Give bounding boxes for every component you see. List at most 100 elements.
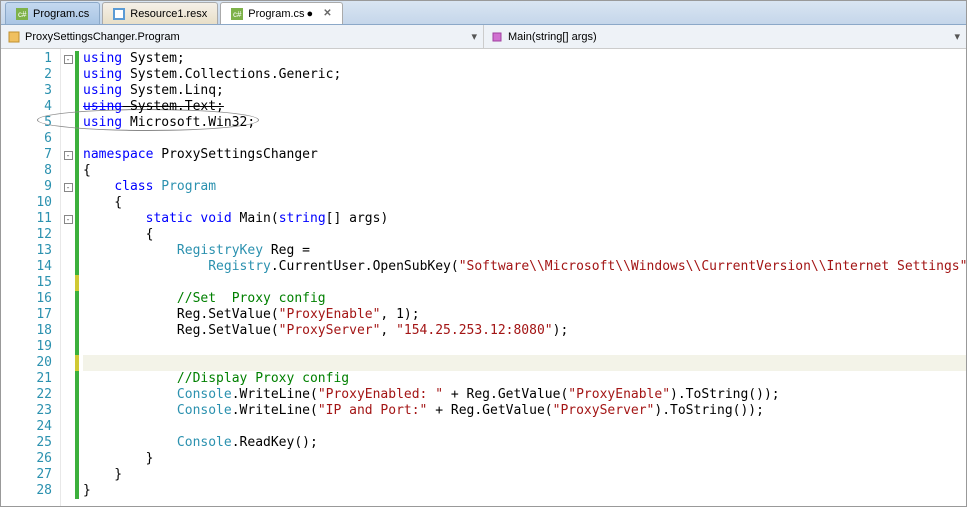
line-number: 5	[1, 115, 56, 131]
fold-cell	[61, 99, 75, 115]
code-line[interactable]: Reg.SetValue("ProxyEnable", 1);	[83, 307, 966, 323]
fold-cell	[61, 115, 75, 131]
code-line[interactable]: Console.ReadKey();	[83, 435, 966, 451]
fold-cell	[61, 307, 75, 323]
member-nav-label: Main(string[] args)	[508, 31, 597, 43]
fold-cell	[61, 83, 75, 99]
line-number: 28	[1, 483, 56, 499]
code-line[interactable]	[83, 275, 966, 291]
line-number: 27	[1, 467, 56, 483]
fold-toggle-icon[interactable]: -	[64, 183, 73, 192]
code-line[interactable]	[83, 355, 966, 371]
code-line[interactable]: Console.WriteLine("IP and Port:" + Reg.G…	[83, 403, 966, 419]
line-number: 25	[1, 435, 56, 451]
csharp-file-icon: c#	[231, 8, 243, 20]
fold-cell	[61, 355, 75, 371]
line-number: 21	[1, 371, 56, 387]
fold-cell	[61, 67, 75, 83]
close-icon[interactable]: ✕	[323, 8, 331, 19]
code-line[interactable]	[83, 339, 966, 355]
line-number: 14	[1, 259, 56, 275]
code-line[interactable]: {	[83, 227, 966, 243]
code-line[interactable]: using Microsoft.Win32;	[83, 115, 966, 131]
member-nav-dropdown[interactable]: Main(string[] args) ▾	[484, 25, 966, 48]
line-number: 8	[1, 163, 56, 179]
code-line[interactable]: RegistryKey Reg =	[83, 243, 966, 259]
line-number: 15	[1, 275, 56, 291]
line-number: 12	[1, 227, 56, 243]
fold-cell	[61, 387, 75, 403]
fold-cell	[61, 483, 75, 499]
code-line[interactable]: using System.Text;	[83, 99, 966, 115]
fold-cell	[61, 275, 75, 291]
method-icon	[490, 30, 504, 44]
fold-cell	[61, 163, 75, 179]
code-line[interactable]: {	[83, 195, 966, 211]
line-number: 16	[1, 291, 56, 307]
code-line[interactable]: //Set Proxy config	[83, 291, 966, 307]
fold-cell	[61, 291, 75, 307]
code-line[interactable]: using System.Linq;	[83, 83, 966, 99]
line-number: 19	[1, 339, 56, 355]
code-line[interactable]: }	[83, 467, 966, 483]
modified-dot: ●	[307, 8, 314, 20]
code-line[interactable]: Reg.SetValue("ProxyServer", "154.25.253.…	[83, 323, 966, 339]
line-number: 23	[1, 403, 56, 419]
line-number: 18	[1, 323, 56, 339]
tab-label: Resource1.resx	[130, 8, 207, 20]
line-number-gutter: 1234567891011121314151617181920212223242…	[1, 49, 61, 506]
code-line[interactable]: using System;	[83, 51, 966, 67]
code-line[interactable]: //Display Proxy config	[83, 371, 966, 387]
code-line[interactable]	[83, 131, 966, 147]
tab-bar: c# Program.cs Resource1.resx c# Program.…	[1, 1, 966, 25]
code-line[interactable]: using System.Collections.Generic;	[83, 67, 966, 83]
class-nav-dropdown[interactable]: ProxySettingsChanger.Program ▾	[1, 25, 484, 48]
line-number: 7	[1, 147, 56, 163]
line-number: 20	[1, 355, 56, 371]
line-number: 4	[1, 99, 56, 115]
tab-label: Program.cs	[248, 8, 304, 20]
class-nav-label: ProxySettingsChanger.Program	[25, 31, 180, 43]
fold-cell	[61, 243, 75, 259]
line-number: 26	[1, 451, 56, 467]
fold-cell	[61, 323, 75, 339]
fold-toggle-icon[interactable]: -	[64, 55, 73, 64]
chevron-down-icon[interactable]: ▾	[471, 30, 477, 43]
line-number: 9	[1, 179, 56, 195]
fold-cell	[61, 419, 75, 435]
svg-text:c#: c#	[18, 10, 27, 19]
line-number: 2	[1, 67, 56, 83]
code-line[interactable]: }	[83, 483, 966, 499]
fold-cell	[61, 339, 75, 355]
chevron-down-icon[interactable]: ▾	[954, 30, 960, 43]
line-number: 24	[1, 419, 56, 435]
line-number: 22	[1, 387, 56, 403]
navigation-bar: ProxySettingsChanger.Program ▾ Main(stri…	[1, 25, 966, 49]
tab-program-cs-1[interactable]: c# Program.cs	[5, 2, 100, 24]
line-number: 6	[1, 131, 56, 147]
code-line[interactable]: {	[83, 163, 966, 179]
code-line[interactable]: }	[83, 451, 966, 467]
tab-resource1-resx[interactable]: Resource1.resx	[102, 2, 218, 24]
code-line[interactable]	[83, 419, 966, 435]
outline-column: - - - -	[61, 49, 75, 506]
code-area[interactable]: using System;using System.Collections.Ge…	[79, 49, 966, 506]
fold-cell	[61, 403, 75, 419]
fold-toggle-icon[interactable]: -	[64, 151, 73, 160]
code-line[interactable]: Console.WriteLine("ProxyEnabled: " + Reg…	[83, 387, 966, 403]
fold-cell	[61, 451, 75, 467]
fold-cell: -	[61, 51, 75, 67]
csharp-file-icon: c#	[16, 8, 28, 20]
code-line[interactable]: static void Main(string[] args)	[83, 211, 966, 227]
line-number: 11	[1, 211, 56, 227]
code-editor[interactable]: 1234567891011121314151617181920212223242…	[1, 49, 966, 506]
fold-toggle-icon[interactable]: -	[64, 215, 73, 224]
fold-cell	[61, 435, 75, 451]
fold-cell: -	[61, 211, 75, 227]
code-line[interactable]: Registry.CurrentUser.OpenSubKey("Softwar…	[83, 259, 966, 275]
line-number: 3	[1, 83, 56, 99]
tab-program-cs-2-active[interactable]: c# Program.cs ● ✕	[220, 2, 342, 24]
code-line[interactable]: class Program	[83, 179, 966, 195]
code-line[interactable]: namespace ProxySettingsChanger	[83, 147, 966, 163]
fold-cell	[61, 467, 75, 483]
